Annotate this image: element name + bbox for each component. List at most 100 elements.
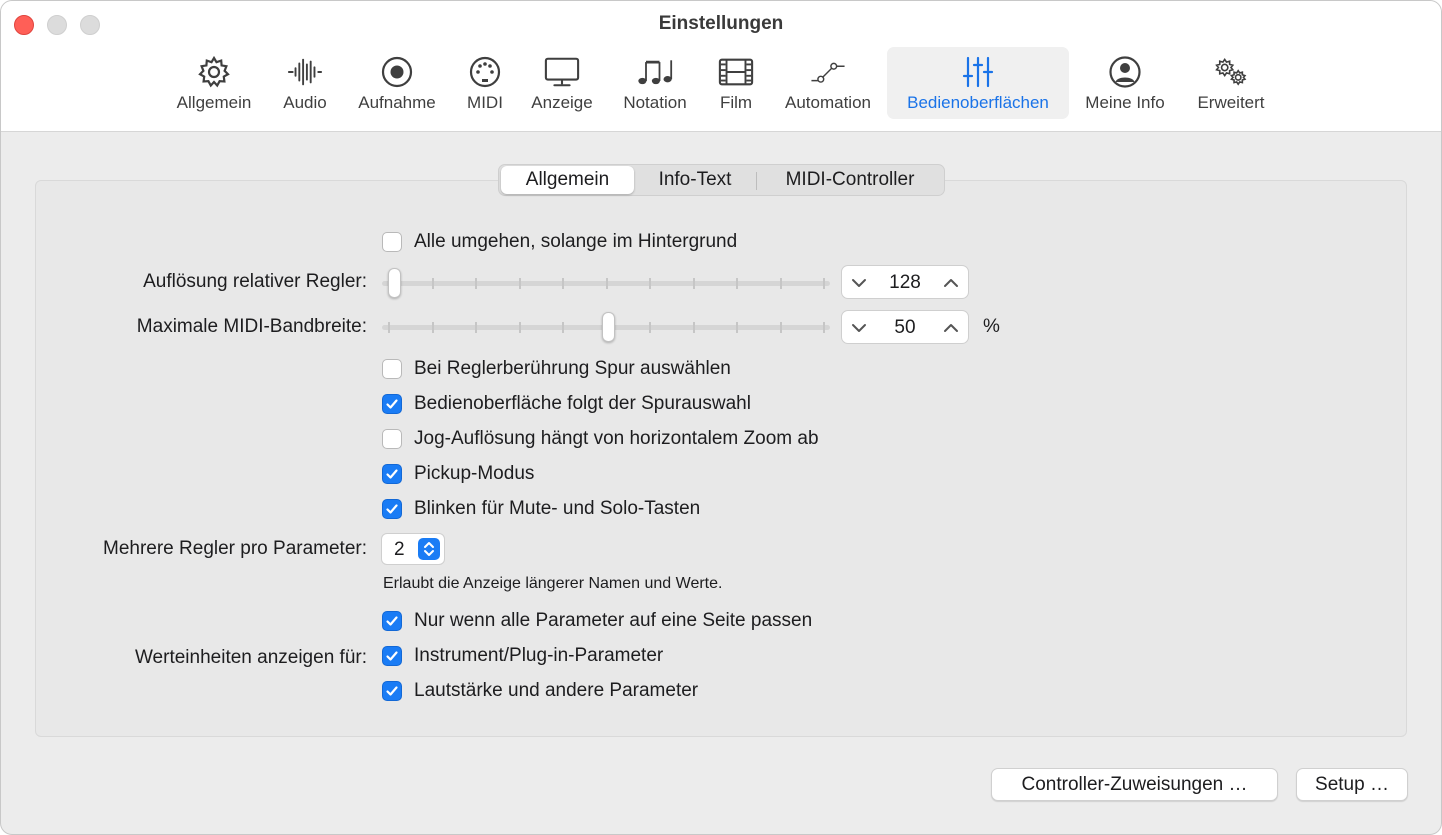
music-notes-icon — [637, 55, 673, 89]
toolbar-item-allgemein[interactable]: Allgemein — [165, 47, 263, 119]
slider-tick — [475, 278, 477, 289]
popup-value: 2 — [394, 539, 405, 560]
midi-plug-icon — [467, 55, 503, 89]
chevron-up-icon[interactable] — [942, 319, 960, 337]
slider-thumb[interactable] — [601, 312, 615, 342]
units-volume-checkbox[interactable] — [382, 681, 402, 701]
title-bar: Einstellungen Allgemein Audio Aufnahme M — [1, 1, 1441, 132]
slider-tick — [432, 278, 434, 289]
max-midi-bandwidth-label: Maximale MIDI-Bandbreite: — [136, 316, 367, 337]
slider-tick — [823, 322, 825, 333]
display-icon — [544, 55, 580, 89]
toolbar-item-meine-info[interactable]: Meine Info — [1075, 47, 1175, 119]
toolbar-item-notation[interactable]: Notation — [611, 47, 699, 119]
toolbar-label: Audio — [283, 93, 327, 112]
stepper-value: 50 — [894, 317, 916, 338]
toolbar-label: Anzeige — [531, 93, 593, 112]
slider-tick — [780, 278, 782, 289]
value-units-label: Werteinheiten anzeigen für: — [134, 647, 367, 668]
multiple-controls-popup[interactable]: 2 — [381, 533, 445, 565]
slider-tick — [562, 278, 564, 289]
multiple-controls-label: Mehrere Regler pro Parameter: — [103, 538, 367, 559]
tab-bar: Allgemein Info-Text MIDI-Controller — [498, 164, 945, 196]
toolbar-label: Bedienoberflächen — [907, 93, 1049, 112]
units-volume-label: Lautstärke und andere Parameter — [414, 680, 699, 701]
chevron-down-icon[interactable] — [850, 319, 868, 337]
checkmark-icon — [386, 504, 398, 514]
toolbar-label: Erweitert — [1197, 93, 1265, 112]
toolbar-label: Notation — [623, 93, 687, 112]
film-icon — [718, 55, 754, 89]
bypass-background-checkbox[interactable] — [382, 232, 402, 252]
toolbar-label: Meine Info — [1085, 93, 1165, 112]
toolbar-item-anzeige[interactable]: Anzeige — [521, 47, 603, 119]
slider-tick — [519, 278, 521, 289]
max-midi-bandwidth-stepper[interactable]: 50 — [841, 310, 969, 344]
select-track-on-touch-label: Bei Reglerberührung Spur auswählen — [414, 358, 731, 379]
tab-info-text[interactable]: Info-Text — [637, 165, 753, 195]
toolbar-item-midi[interactable]: MIDI — [457, 47, 513, 119]
relative-resolution-label: Auflösung relativer Regler: — [143, 271, 367, 292]
window-title: Einstellungen — [658, 13, 784, 34]
pickup-mode-label: Pickup-Modus — [414, 463, 535, 484]
waveform-icon — [287, 55, 323, 89]
gears-icon — [1213, 55, 1249, 89]
record-icon — [379, 55, 415, 89]
setup-button[interactable]: Setup … — [1296, 768, 1408, 801]
chevron-down-icon[interactable] — [850, 274, 868, 292]
bypass-background-label: Alle umgehen, solange im Hintergrund — [414, 231, 738, 252]
sliders-icon — [960, 55, 996, 89]
slider-tick — [780, 322, 782, 333]
only-if-fit-checkbox[interactable] — [382, 611, 402, 631]
jog-resolution-zoom-label: Jog-Auflösung hängt von horizontalem Zoo… — [414, 428, 819, 449]
slider-tick — [693, 322, 695, 333]
stepper-value: 128 — [889, 272, 921, 293]
toolbar-item-automation[interactable]: Automation — [773, 47, 883, 119]
updown-arrows-icon — [418, 538, 440, 560]
checkmark-icon — [386, 686, 398, 696]
toolbar-item-erweitert[interactable]: Erweitert — [1185, 47, 1277, 119]
toolbar-item-bedienoberflaechen[interactable]: Bedienoberflächen — [887, 47, 1069, 119]
only-if-fit-label: Nur wenn alle Parameter auf eine Seite p… — [414, 610, 813, 631]
toolbar-item-audio[interactable]: Audio — [273, 47, 337, 119]
person-icon — [1107, 55, 1143, 89]
toolbar-label: Film — [719, 93, 753, 112]
surface-follows-track-checkbox[interactable] — [382, 394, 402, 414]
slider-tick — [736, 278, 738, 289]
slider-tick — [736, 322, 738, 333]
blink-mute-solo-checkbox[interactable] — [382, 499, 402, 519]
toolbar-item-aufnahme[interactable]: Aufnahme — [347, 47, 447, 119]
slider-tick — [432, 322, 434, 333]
surface-follows-track-label: Bedienoberfläche folgt der Spurauswahl — [414, 393, 751, 414]
slider-tick — [562, 322, 564, 333]
checkmark-icon — [386, 616, 398, 626]
controller-assignments-button[interactable]: Controller-Zuweisungen … — [991, 768, 1278, 801]
select-track-on-touch-checkbox[interactable] — [382, 359, 402, 379]
slider-tick — [823, 278, 825, 289]
jog-resolution-zoom-checkbox[interactable] — [382, 429, 402, 449]
toolbar-label: MIDI — [467, 93, 503, 112]
units-instrument-checkbox[interactable] — [382, 646, 402, 666]
slider-tick — [475, 322, 477, 333]
automation-curve-icon — [810, 55, 846, 89]
toolbar-label: Aufnahme — [358, 93, 436, 112]
slider-tick — [519, 322, 521, 333]
multiple-controls-hint: Erlaubt die Anzeige längerer Namen und W… — [383, 575, 723, 592]
checkmark-icon — [386, 651, 398, 661]
toolbar-label: Allgemein — [176, 93, 252, 112]
tab-allgemein[interactable]: Allgemein — [501, 166, 634, 194]
relative-resolution-stepper[interactable]: 128 — [841, 265, 969, 299]
toolbar-item-film[interactable]: Film — [709, 47, 763, 119]
pickup-mode-checkbox[interactable] — [382, 464, 402, 484]
checkmark-icon — [386, 469, 398, 479]
relative-resolution-slider[interactable] — [382, 268, 830, 298]
slider-tick — [693, 278, 695, 289]
blink-mute-solo-label: Blinken für Mute- und Solo-Tasten — [414, 498, 701, 519]
gear-icon — [196, 55, 232, 89]
max-midi-bandwidth-slider[interactable] — [382, 312, 830, 342]
tab-midi-controller[interactable]: MIDI-Controller — [759, 165, 941, 195]
slider-thumb[interactable] — [388, 268, 401, 298]
chevron-up-icon[interactable] — [942, 274, 960, 292]
slider-tick — [388, 322, 390, 333]
units-instrument-label: Instrument/Plug-in-Parameter — [414, 645, 664, 666]
